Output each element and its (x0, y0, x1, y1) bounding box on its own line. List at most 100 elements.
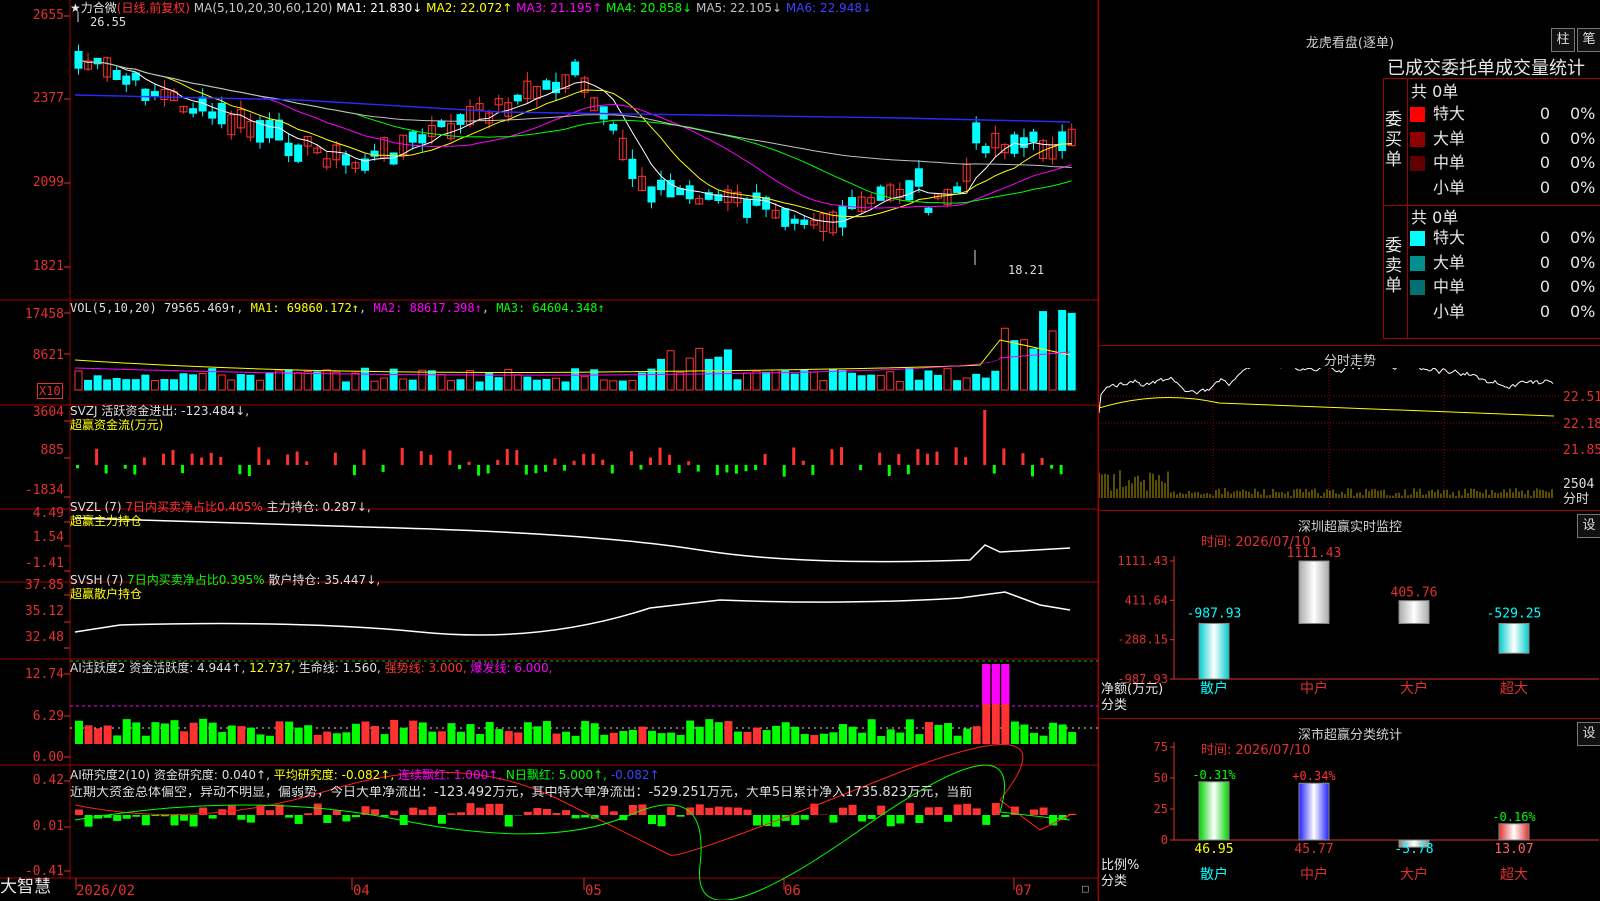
ai2-bar (151, 815, 159, 816)
ai1-bar (877, 736, 885, 744)
ai2-bar (457, 812, 465, 815)
buy-total: 共 0单 (1411, 80, 1458, 104)
volume-bar (791, 374, 798, 390)
svzj-bar (601, 460, 604, 465)
lhb-heading: 已成交委托单成交量统计 (1387, 54, 1585, 80)
svzj-bar (563, 465, 566, 471)
buy-row-label-3: 小单 (1433, 176, 1465, 200)
buy-row-volume-2: 0 (1520, 151, 1550, 175)
ai2-bar (237, 815, 245, 820)
candlesticks (75, 44, 1075, 241)
candle-body (438, 121, 445, 127)
ai2-bar (677, 815, 685, 817)
ai2-summary: 近期大资金总体偏空，异动不明显，偏弱势，今日大单净流出：-123.492万元，其… (70, 786, 1098, 800)
buy-row-volume-1: 0 (1520, 127, 1550, 151)
svzl-ytick-2: -1.41 (2, 557, 64, 571)
ai1-bar (591, 723, 599, 744)
ai1-bar (323, 732, 331, 744)
ai1-bar (476, 734, 484, 744)
classify-svg-bar-3 (1499, 824, 1529, 840)
sell-row-label-1: 大单 (1433, 251, 1465, 275)
ma-params: MA(5,10,20,30,60,120) (194, 1, 333, 15)
ai2-bar (1040, 808, 1048, 815)
bar-mode-button[interactable]: 柱 (1551, 28, 1575, 52)
volume-bar (266, 373, 273, 390)
intraday-chart[interactable] (1099, 368, 1559, 508)
ai2-bar (304, 813, 312, 815)
svzj-bar (878, 453, 881, 465)
buy-row-pct-2: 0% (1570, 151, 1595, 175)
svzj-bar (1041, 458, 1044, 465)
ai1-active: AI活跃度2 资金活跃度: 4.944↑, (70, 661, 245, 675)
ai2-bar (744, 810, 752, 815)
intraday-ytick-3: 2504 (1563, 478, 1594, 492)
svzj-ytick-0: 3604 (2, 406, 64, 420)
svsh-ytick-0: 37.85 (2, 579, 64, 593)
volume-bar (858, 376, 865, 390)
ai2-bar (562, 810, 570, 815)
xaxis-label-3: 06 (784, 884, 801, 898)
ai1-bar (906, 719, 914, 744)
ai2-bar (505, 815, 513, 827)
sell-row-volume-2: 0 (1520, 275, 1550, 299)
monitor-svg-cat-0: 散户 (1200, 680, 1228, 697)
vol-ma2: MA2: 88617.398↑ (373, 301, 481, 315)
ai2-bar (858, 815, 866, 821)
monitor-svg-ytick-label: 1111.43 (1117, 554, 1168, 568)
lock-icon[interactable]: □ (1082, 882, 1089, 896)
ai2-bar (648, 815, 656, 824)
svzj-bar (124, 465, 127, 469)
ai1-bar (333, 733, 341, 744)
kline-chart-canvas[interactable] (0, 0, 1098, 900)
svzj-bar (353, 465, 356, 475)
ai2-bar (572, 815, 580, 818)
monitor-settings-button[interactable]: 设 (1577, 514, 1600, 538)
ai1-bar (352, 724, 360, 744)
ai1-bar (75, 721, 83, 744)
volume-bar (581, 376, 588, 390)
ai1-bar (896, 733, 904, 744)
volume-bar (935, 375, 942, 390)
ai1-bar (753, 728, 761, 744)
chart-mode: (日线,前复权) (117, 1, 190, 15)
monitor-svg-ytick-label: -288.15 (1117, 633, 1168, 647)
ai1-bar (667, 733, 675, 744)
ai1-bar (772, 726, 780, 744)
svzj-bar (811, 465, 814, 475)
ai2-bar (161, 815, 169, 816)
svzj-bar (659, 448, 662, 465)
volume-bar (705, 359, 712, 390)
volume-bar (600, 380, 607, 390)
intraday-ytick-1: 22.18 (1563, 418, 1600, 432)
candle-body (1059, 132, 1066, 151)
volume-bar (648, 369, 655, 390)
svsh-sub: 超赢散户持仓 (70, 587, 142, 601)
svzj-bar (200, 458, 203, 465)
classify-svg-bar-1 (1299, 783, 1329, 840)
volume-bar (486, 373, 493, 390)
sell-row-swatch-2 (1410, 280, 1425, 295)
volume-bar (75, 371, 82, 390)
candle-body (514, 95, 521, 101)
ai1-bar (744, 732, 752, 744)
svzj-bar (783, 465, 786, 477)
svzj-bar (248, 465, 251, 476)
svzj-bar (143, 457, 146, 465)
vol-title: VOL(5,10,20) (70, 301, 157, 315)
monitor-title: 深圳超赢实时监控 (1099, 516, 1600, 535)
volume-bar (944, 369, 951, 390)
volume-bar (963, 378, 970, 390)
tick-mode-button[interactable]: 笔 (1577, 28, 1600, 52)
monitor-panel: 深圳超赢实时监控 设 时间: 2026/07/10 1111.43411.64-… (1098, 510, 1600, 719)
svsh-header: SVSH (7) 7日内买卖净占比0.395% 散户持仓: 35.447↓, (70, 573, 380, 587)
buy-row-swatch-0 (1410, 107, 1425, 122)
volume-bar (161, 380, 168, 390)
ai2-bar (495, 804, 503, 815)
volume-bar (801, 370, 808, 390)
ai2-bar (132, 815, 140, 817)
ai2-bar (849, 805, 857, 815)
volume-bar (954, 381, 961, 390)
volume-bar (1001, 328, 1008, 390)
volume-bar (256, 380, 263, 390)
volume-bar (543, 379, 550, 390)
